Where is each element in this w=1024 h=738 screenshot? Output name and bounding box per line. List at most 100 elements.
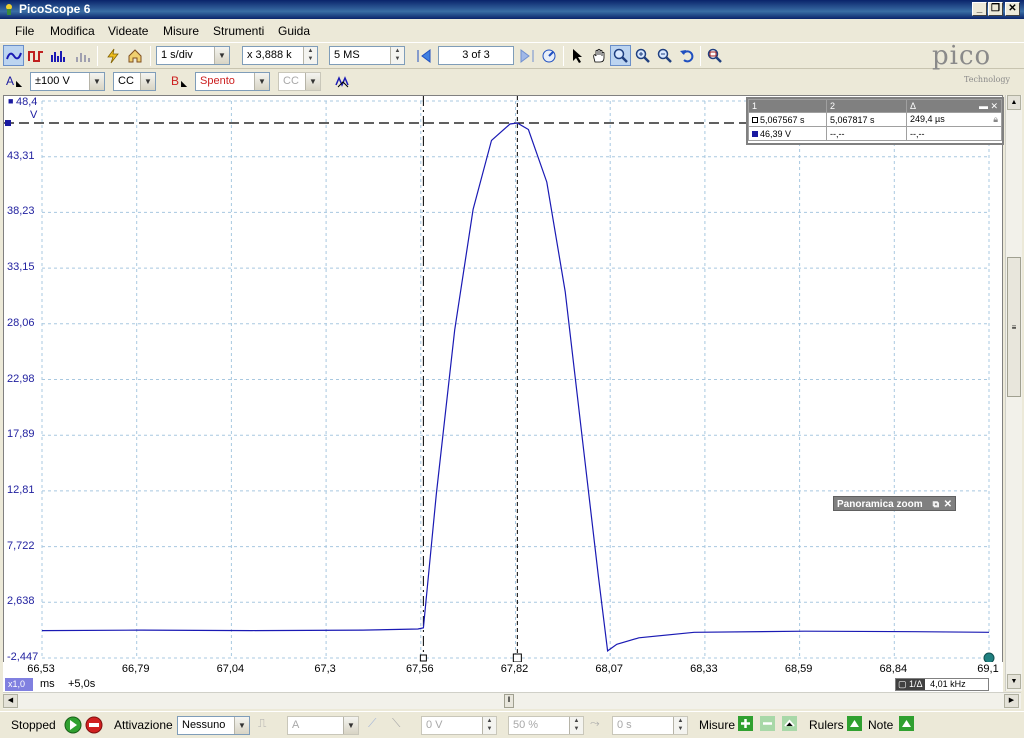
menu-modifica[interactable]: Modifica <box>50 24 95 38</box>
scope-plot[interactable] <box>4 96 1003 678</box>
edit-measure-icon <box>760 716 775 734</box>
rulers-label: Rulers <box>809 718 844 732</box>
chevron-down-icon: ▼ <box>214 47 229 64</box>
time-ruler-icon <box>752 116 758 123</box>
zoom-factor-field[interactable]: x 3,888 k ▲ ▼ <box>242 46 318 65</box>
zoom-overview-title: Panoramica zoom <box>837 499 923 510</box>
scroll-up-icon[interactable]: ▲ <box>1007 95 1021 110</box>
frequency-value: 4,01 kHz <box>930 679 966 689</box>
measurements-panel[interactable]: 1 2 Δ ▬ ✕ 5,067567 s 5,067817 s 249,4 µs 🔒… <box>746 97 1004 145</box>
auto-setup-icon[interactable] <box>102 45 123 66</box>
serial-decode-icon[interactable] <box>72 45 93 66</box>
channel-b-probe-icon[interactable]: ◣ <box>181 79 187 88</box>
y-tick-label: 7,722 <box>7 539 35 552</box>
x-tick-label: 67,56 <box>406 663 434 675</box>
add-measure-icon[interactable] <box>738 716 753 734</box>
pointer-tool-icon[interactable] <box>567 45 588 66</box>
scope-footer: x1,0 ms +5,0s ▢ 1/Δ 4,01 kHz <box>3 678 1003 692</box>
undock-icon[interactable]: ⧉ <box>933 497 939 512</box>
zoom-overview-icon[interactable] <box>704 45 725 66</box>
meas-time-delta: 249,4 µs 🔒︎ <box>906 112 1002 127</box>
hand-tool-icon[interactable] <box>588 45 609 66</box>
voltage-ruler-handle <box>5 120 11 127</box>
pretrigger-field: 50 % ▲ ▼ <box>508 716 584 735</box>
buffer-index-field[interactable]: 3 of 3 <box>438 46 514 65</box>
zoom-tool-icon[interactable] <box>610 45 631 66</box>
stop-icon[interactable] <box>85 716 103 737</box>
time-ruler-2-handle <box>512 653 522 663</box>
notes-toggle-icon[interactable] <box>899 716 914 734</box>
scroll-left-icon[interactable]: ◀ <box>3 694 18 708</box>
channel-options-icon[interactable] <box>332 71 353 92</box>
menu-videate[interactable]: Videate <box>108 24 148 38</box>
channel-b-range-select[interactable]: Spento ▼ <box>195 72 270 91</box>
table-row: 46,39 V --,-- --,-- <box>748 126 1002 141</box>
x-tick-label: 66,53 <box>27 663 55 675</box>
trigger-level-field: 0 V ▲ ▼ <box>421 716 497 735</box>
spectrum-mode-icon[interactable] <box>47 45 68 66</box>
channel-a-range-select[interactable]: ±100 V ▼ <box>30 72 105 91</box>
x-offset: +5,0s <box>68 678 96 690</box>
brand-name: pico <box>932 41 992 71</box>
scroll-right-icon[interactable]: ▶ <box>1004 694 1019 708</box>
zoom-overview-panel[interactable]: Panoramica zoom ⧉ ✕ <box>833 496 956 511</box>
close-icon[interactable]: ✕ <box>944 497 952 512</box>
title-bar: PicoScope 6 _ ❐ ✕ <box>0 0 1024 19</box>
x-scale-badge[interactable]: x1,0 <box>5 678 33 691</box>
scope-view[interactable]: ■ V 48,4 43,31 38,23 33,15 28,06 22,98 17,89 12… <box>3 95 1003 678</box>
spin-arrows-icon: ▲ ▼ <box>482 717 496 734</box>
scroll-thumb[interactable]: ‖ <box>504 694 514 708</box>
meas-time-1: 5,067567 s <box>748 112 827 127</box>
trigger-mode-select[interactable]: Nessuno ▼ <box>177 716 250 735</box>
rulers-settings-icon[interactable] <box>847 716 862 734</box>
y-tick-label: 22,98 <box>7 372 35 385</box>
x-unit: ms <box>40 678 55 690</box>
main-toolbar: 1 s/div ▼ x 3,888 k ▲ ▼ 5 MS ▲ ▼ 3 of 3 pico … <box>0 41 1024 84</box>
zoom-out-icon[interactable] <box>654 45 675 66</box>
meas-header-delta: Δ ▬ ✕ <box>906 99 1002 113</box>
x-tick-label: 66,79 <box>121 663 150 675</box>
persistence-mode-icon[interactable] <box>25 45 46 66</box>
home-icon[interactable] <box>124 45 145 66</box>
trigger-label: Attivazione <box>114 718 173 732</box>
x-tick-label: 68,07 <box>595 663 623 675</box>
spin-arrows-icon: ▲ ▼ <box>673 717 687 734</box>
minimize-button[interactable]: _ <box>972 2 987 16</box>
channel-a-coupling-select[interactable]: CC ▼ <box>113 72 156 91</box>
samples-select[interactable]: 5 MS ▲ ▼ <box>329 46 405 65</box>
menu-misure[interactable]: Misure <box>163 24 199 38</box>
channel-a-label[interactable]: A <box>6 74 14 88</box>
meas-time-2: 5,067817 s <box>826 112 907 127</box>
undo-zoom-icon[interactable] <box>676 45 697 66</box>
menu-bar: File Modifica Videate Misure Strumenti G… <box>0 20 1024 41</box>
restore-button[interactable]: ❐ <box>988 2 1003 16</box>
horizontal-scrollbar[interactable]: ◀ ‖ ▶ <box>3 692 1021 709</box>
scope-mode-icon[interactable] <box>3 45 24 66</box>
lock-icon[interactable]: 🔒︎ <box>993 114 1001 125</box>
buffer-next-icon[interactable] <box>516 45 537 66</box>
y-tick-label: 2,638 <box>7 595 35 608</box>
scroll-down-icon[interactable]: ▼ <box>1007 674 1021 689</box>
y-tick-label: 12,81 <box>7 483 35 496</box>
channel-b-coupling-select: CC ▼ <box>278 72 321 91</box>
panel-close-icon[interactable]: ▬ ✕ <box>979 101 1001 112</box>
start-icon[interactable] <box>64 716 82 737</box>
app-logo-icon <box>6 4 12 15</box>
channel-a-ruler-icon <box>752 130 758 137</box>
scroll-thumb[interactable]: ≡ <box>1007 257 1021 397</box>
channel-b-label[interactable]: B <box>171 74 179 88</box>
meas-header-2: 2 <box>826 99 907 113</box>
remove-measure-icon <box>782 716 797 734</box>
status-bar: Stopped Attivazione Nessuno ▼ ⎍ A ▼ ⟋ ⟍ 0 … <box>0 711 1024 738</box>
vertical-scrollbar[interactable]: ▲ ≡ ▼ <box>1005 95 1022 691</box>
menu-file[interactable]: File <box>15 24 34 38</box>
buffer-first-icon[interactable] <box>413 45 434 66</box>
zoom-in-icon[interactable] <box>632 45 653 66</box>
menu-strumenti[interactable]: Strumenti <box>213 24 264 38</box>
timebase-select[interactable]: 1 s/div ▼ <box>156 46 230 65</box>
menu-guida[interactable]: Guida <box>278 24 310 38</box>
close-button[interactable]: ✕ <box>1005 2 1020 16</box>
channel-a-probe-icon[interactable]: ◣ <box>16 79 22 88</box>
y-axis-unit: V <box>30 109 38 121</box>
buffer-navigator-icon[interactable] <box>538 45 559 66</box>
